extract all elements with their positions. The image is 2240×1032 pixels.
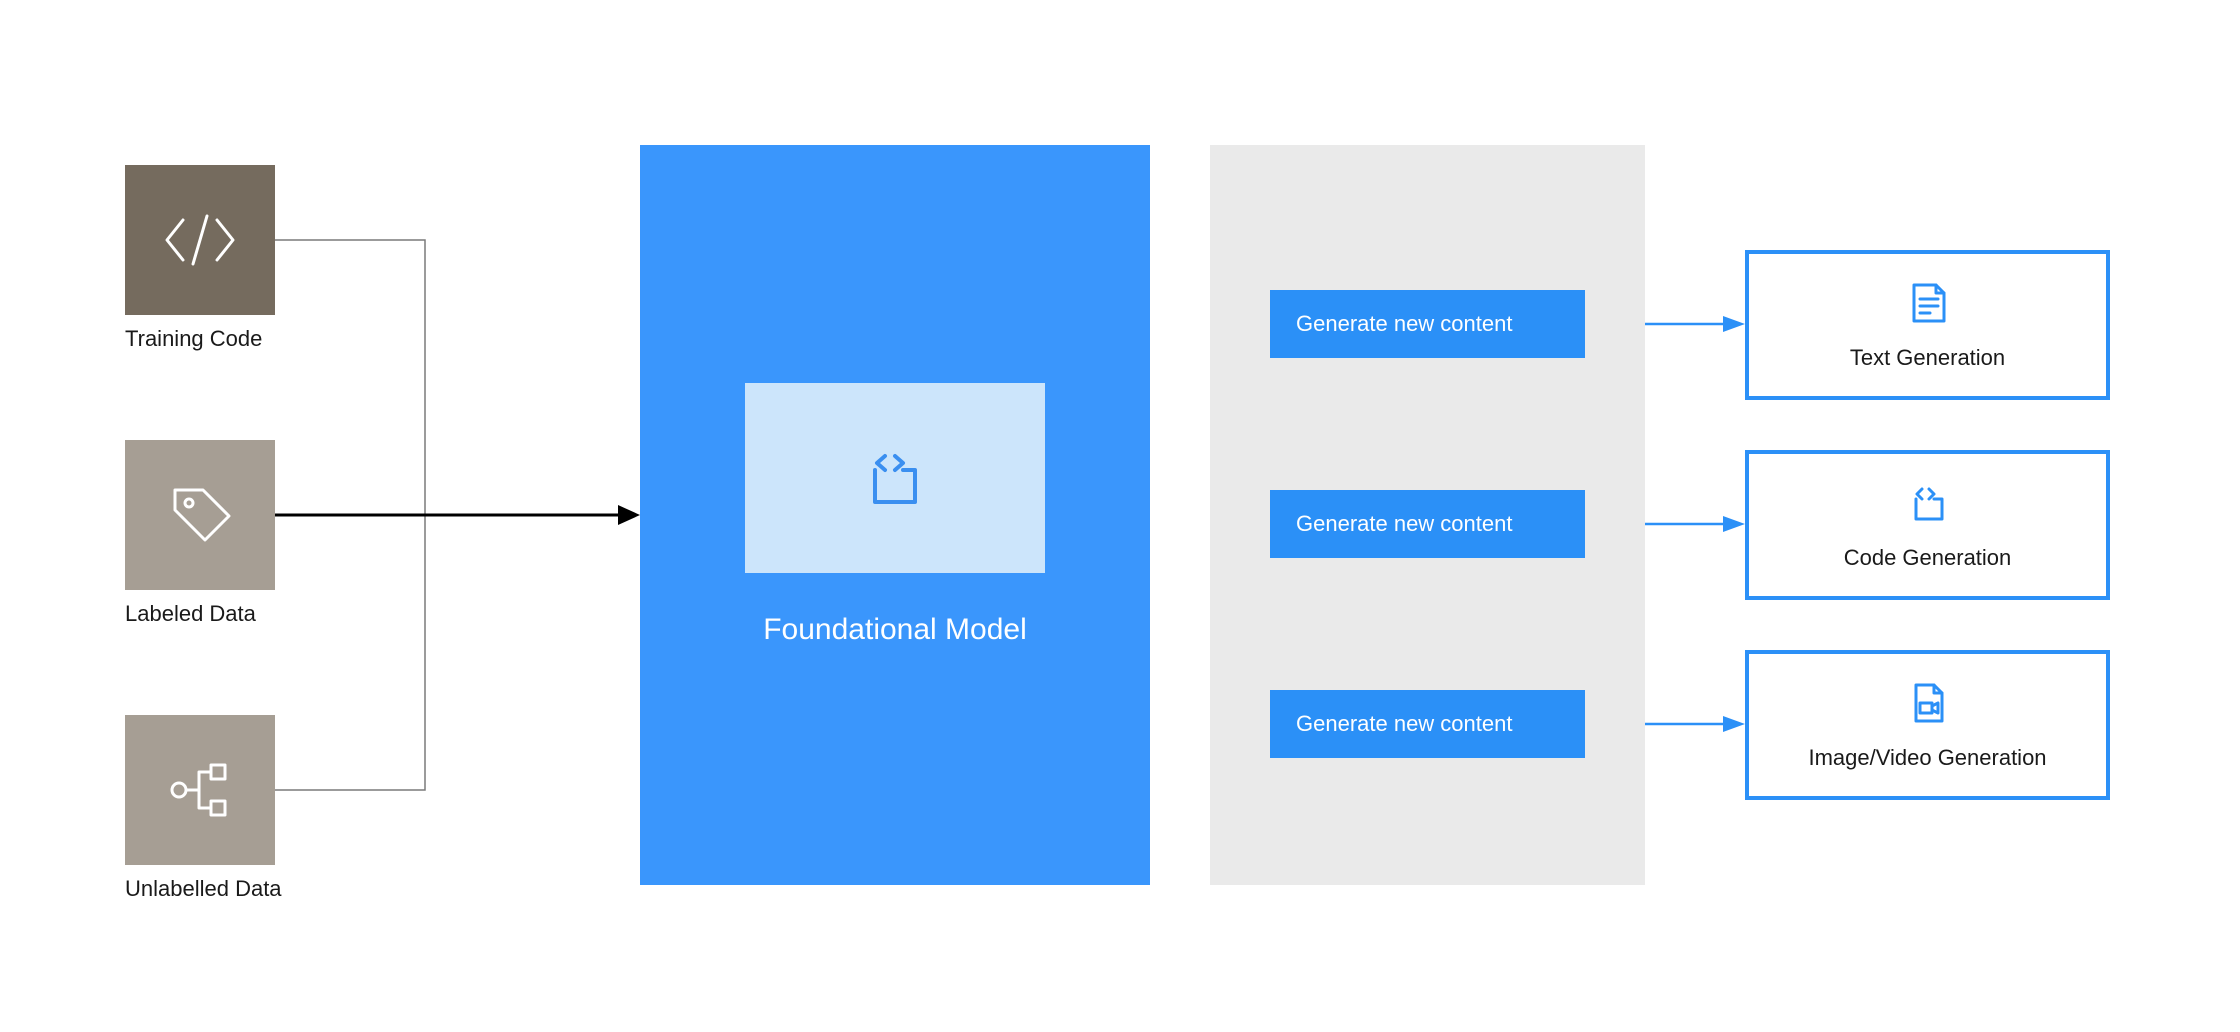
- generate-button-code: Generate new content: [1270, 490, 1585, 558]
- input-labeled-data: [125, 440, 275, 590]
- tag-icon: [161, 476, 239, 554]
- video-file-icon: [1904, 679, 1952, 727]
- output-label: Image/Video Generation: [1808, 745, 2046, 771]
- code-embed-icon: [855, 438, 935, 518]
- generate-button-label: Generate new content: [1296, 511, 1512, 537]
- generate-button-text: Generate new content: [1270, 290, 1585, 358]
- foundational-model-icon-box: [745, 383, 1045, 573]
- output-code-generation: Code Generation: [1745, 450, 2110, 600]
- code-embed-icon: [1904, 479, 1952, 527]
- input-training-code-label: Training Code: [125, 326, 262, 352]
- foundational-model-panel: Foundational Model: [640, 145, 1150, 885]
- input-unlabelled-data: [125, 715, 275, 865]
- input-labeled-data-label: Labeled Data: [125, 601, 256, 627]
- output-image-video-generation: Image/Video Generation: [1745, 650, 2110, 800]
- hierarchy-icon: [165, 755, 235, 825]
- generate-button-image-video: Generate new content: [1270, 690, 1585, 758]
- document-icon: [1904, 279, 1952, 327]
- generate-button-label: Generate new content: [1296, 311, 1512, 337]
- foundational-model-label: Foundational Model: [763, 613, 1027, 647]
- code-icon: [161, 210, 239, 270]
- input-unlabelled-data-label: Unlabelled Data: [125, 876, 282, 902]
- generate-button-label: Generate new content: [1296, 711, 1512, 737]
- output-label: Text Generation: [1850, 345, 2005, 371]
- output-text-generation: Text Generation: [1745, 250, 2110, 400]
- input-training-code: [125, 165, 275, 315]
- output-label: Code Generation: [1844, 545, 2012, 571]
